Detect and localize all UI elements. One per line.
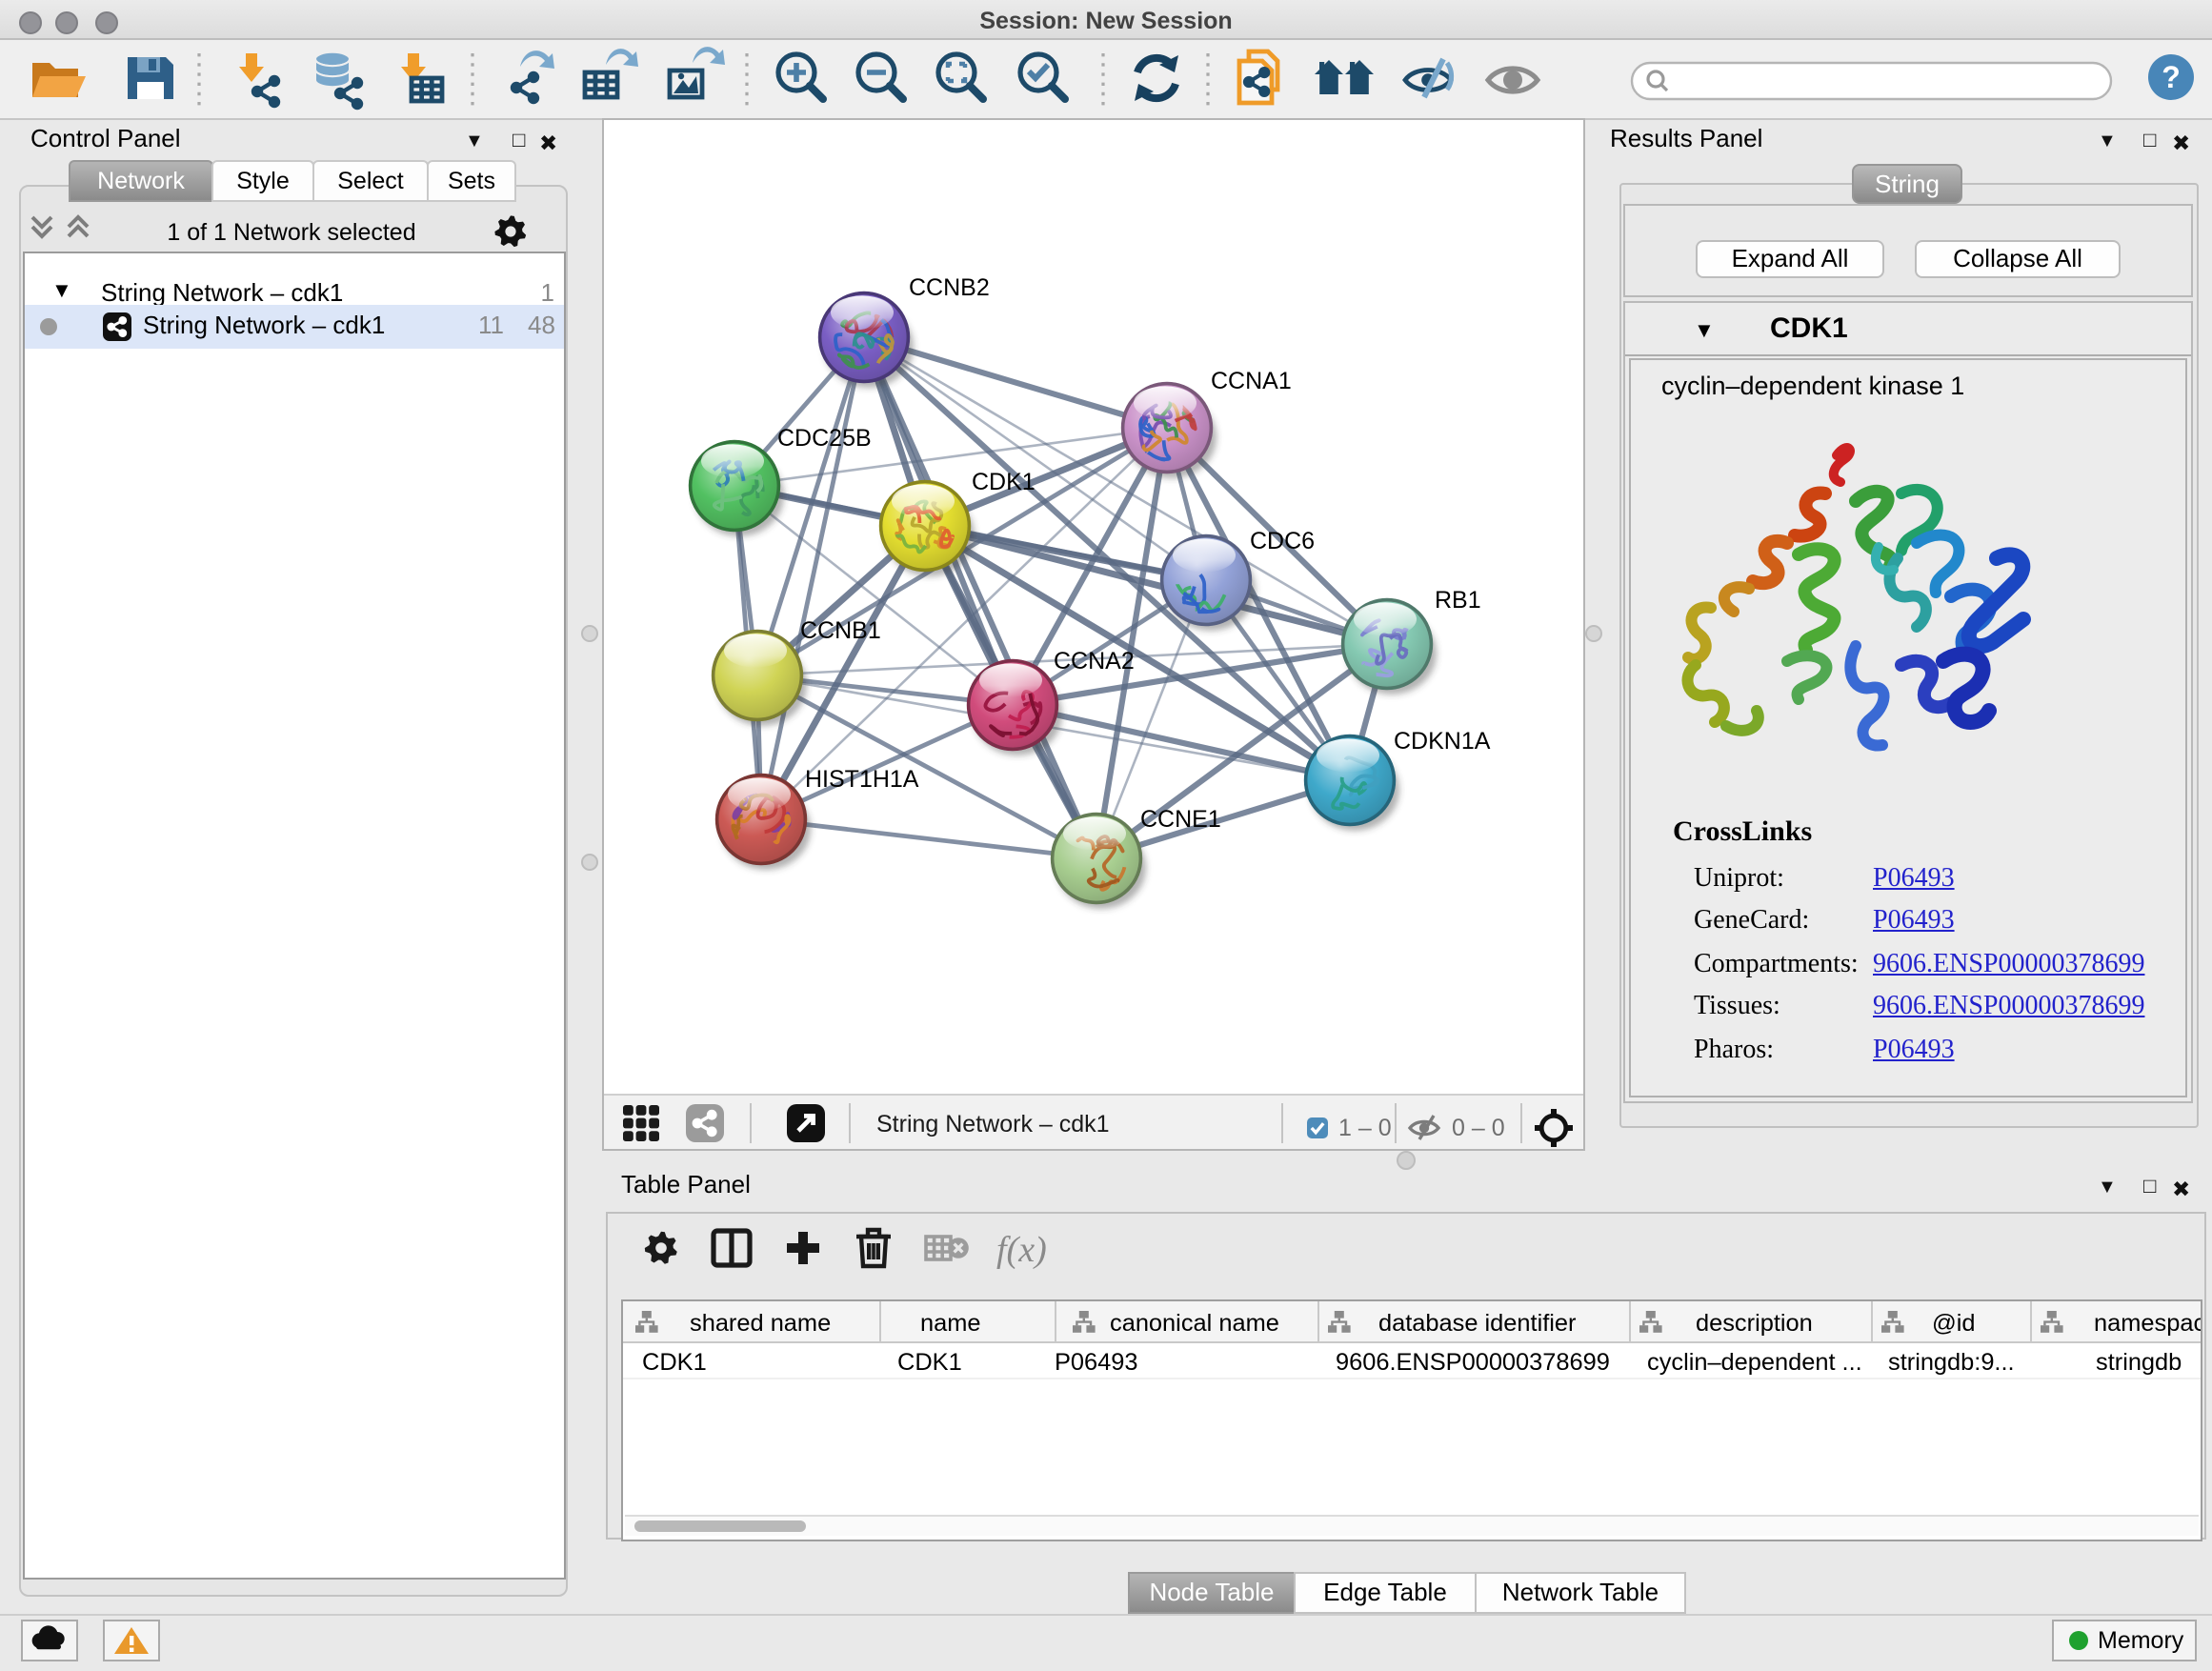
svg-text:CCNA1: CCNA1 <box>1211 368 1292 394</box>
svg-text:0 – 0: 0 – 0 <box>1452 1115 1505 1141</box>
svg-text:shared name: shared name <box>690 1310 831 1337</box>
svg-text:@id: @id <box>1932 1310 1976 1337</box>
svg-text:CCNA2: CCNA2 <box>1054 648 1135 674</box>
svg-text:RB1: RB1 <box>1435 587 1481 614</box>
svg-text:1 of 1 Network selected: 1 of 1 Network selected <box>167 219 415 246</box>
svg-text:namespac: namespac <box>2094 1310 2201 1337</box>
svg-text:database identifier: database identifier <box>1378 1310 1577 1337</box>
svg-text:CDK1: CDK1 <box>972 469 1036 495</box>
svg-text:name: name <box>920 1310 981 1337</box>
svg-text:?: ? <box>2162 60 2181 94</box>
svg-text:description: description <box>1696 1310 1813 1337</box>
svg-text:canonical name: canonical name <box>1110 1310 1279 1337</box>
svg-text:HIST1H1A: HIST1H1A <box>805 766 919 793</box>
svg-text:CCNB2: CCNB2 <box>909 274 990 301</box>
svg-text:f(x): f(x) <box>996 1230 1047 1270</box>
svg-text:CCNB1: CCNB1 <box>800 617 881 644</box>
svg-text:1 – 0: 1 – 0 <box>1338 1115 1392 1141</box>
svg-text:String Network – cdk1: String Network – cdk1 <box>876 1111 1110 1137</box>
svg-text:CCNE1: CCNE1 <box>1140 806 1221 833</box>
svg-text:CDC6: CDC6 <box>1250 528 1315 554</box>
svg-text:CDC25B: CDC25B <box>777 425 872 452</box>
svg-text:CDKN1A: CDKN1A <box>1394 728 1491 755</box>
